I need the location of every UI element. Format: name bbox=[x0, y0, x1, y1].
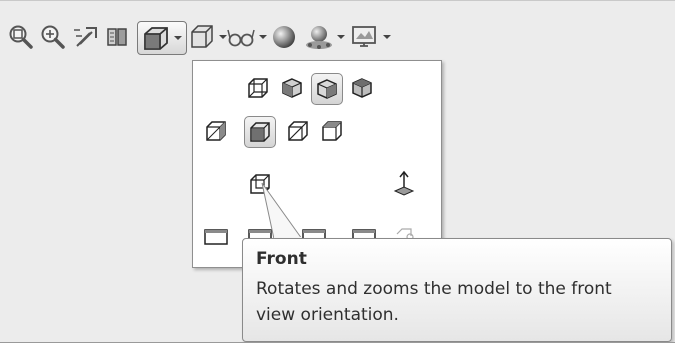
glasses-icon bbox=[227, 29, 255, 47]
tooltip-pointer bbox=[261, 182, 303, 240]
scene-icon bbox=[306, 26, 332, 49]
chevron-down-icon bbox=[174, 36, 182, 40]
normal-to-button[interactable] bbox=[388, 168, 420, 200]
single-view-button[interactable] bbox=[200, 221, 232, 253]
top-view-button[interactable] bbox=[311, 73, 343, 105]
viewport-top-border bbox=[0, 0, 675, 1]
cube-front-icon bbox=[250, 122, 270, 142]
monitor-icon bbox=[352, 26, 376, 47]
view-orientation-button[interactable] bbox=[137, 21, 187, 55]
single-viewport-icon bbox=[204, 229, 228, 245]
tooltip: Front Rotates and zooms the model to the… bbox=[242, 238, 672, 342]
display-style-icon bbox=[191, 25, 213, 48]
display-style-button[interactable] bbox=[188, 19, 228, 55]
cube-isometric-icon bbox=[206, 121, 226, 141]
view-orientation-icon bbox=[144, 27, 168, 50]
dimetric-view-button[interactable] bbox=[316, 115, 348, 147]
cube-dimetric-icon bbox=[322, 121, 342, 141]
front-view-button[interactable] bbox=[244, 116, 276, 148]
graphics-area[interactable]: Front Rotates and zooms the model to the… bbox=[0, 0, 675, 343]
chevron-down-icon bbox=[259, 35, 267, 39]
sphere-icon bbox=[273, 26, 295, 48]
section-view-button[interactable] bbox=[104, 19, 132, 55]
section-view-icon bbox=[107, 28, 127, 46]
tooltip-title: Front bbox=[256, 249, 307, 269]
zoom-to-area-icon bbox=[41, 25, 65, 49]
left-view-button[interactable] bbox=[276, 72, 308, 104]
previous-view-button[interactable] bbox=[72, 19, 100, 55]
cube-right-icon bbox=[352, 78, 372, 98]
zoom-to-fit-icon bbox=[9, 25, 33, 49]
cube-trimetric-icon bbox=[288, 121, 308, 141]
tooltip-description: Rotates and zooms the model to the front… bbox=[256, 279, 612, 325]
hide-show-items-button[interactable] bbox=[226, 19, 268, 55]
edit-appearance-button[interactable] bbox=[270, 19, 298, 55]
apply-scene-button[interactable] bbox=[304, 19, 346, 55]
chevron-down-icon bbox=[383, 35, 391, 39]
chevron-down-icon bbox=[337, 35, 345, 39]
trimetric-view-button[interactable] bbox=[282, 115, 314, 147]
view-settings-button[interactable] bbox=[350, 19, 392, 55]
cube-top-icon bbox=[317, 79, 337, 99]
back-view-button[interactable] bbox=[242, 72, 274, 104]
zoom-to-fit-button[interactable] bbox=[8, 19, 34, 55]
right-view-button[interactable] bbox=[346, 72, 378, 104]
zoom-to-area-button[interactable] bbox=[40, 19, 66, 55]
cube-left-icon bbox=[282, 78, 302, 98]
normal-to-icon bbox=[393, 170, 415, 196]
cube-back-icon bbox=[248, 78, 268, 98]
isometric-view-button[interactable] bbox=[200, 115, 232, 147]
previous-view-icon bbox=[74, 27, 97, 47]
